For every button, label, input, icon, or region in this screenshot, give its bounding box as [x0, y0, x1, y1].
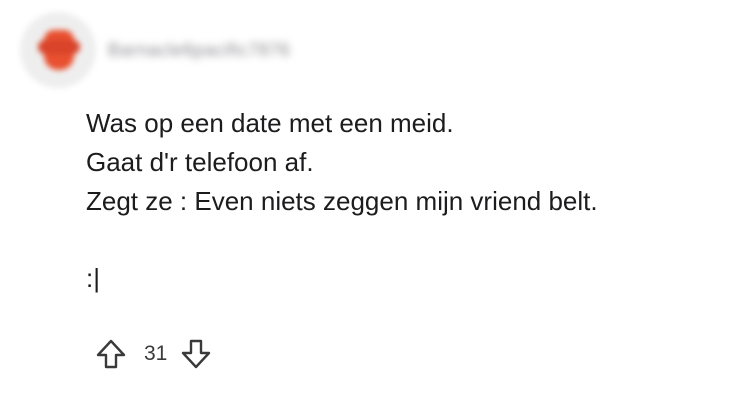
- vote-bar: 31: [94, 336, 213, 372]
- avatar-figure-band: [38, 40, 80, 54]
- comment-trailing-line: :|: [86, 263, 100, 293]
- upvote-arrow-icon: [96, 339, 126, 369]
- comment-line-1: Was op een date met een meid.: [86, 108, 454, 138]
- upvote-button[interactable]: [94, 337, 128, 371]
- comment-card: Barnacle6pacific7876 Was op een date met…: [0, 0, 738, 404]
- comment-line-3: Zegt ze : Even niets zeggen mijn vriend …: [86, 186, 598, 216]
- comment-header: Barnacle6pacific7876: [20, 12, 290, 88]
- comment-line-2: Gaat d'r telefoon af.: [86, 147, 314, 177]
- vote-count: 31: [144, 342, 168, 365]
- downvote-button[interactable]: [179, 337, 213, 371]
- comment-body: Was op een date met een meid. Gaat d'r t…: [86, 104, 726, 298]
- downvote-arrow-icon: [182, 339, 211, 369]
- username[interactable]: Barnacle6pacific7876: [108, 40, 290, 61]
- avatar[interactable]: [20, 12, 96, 88]
